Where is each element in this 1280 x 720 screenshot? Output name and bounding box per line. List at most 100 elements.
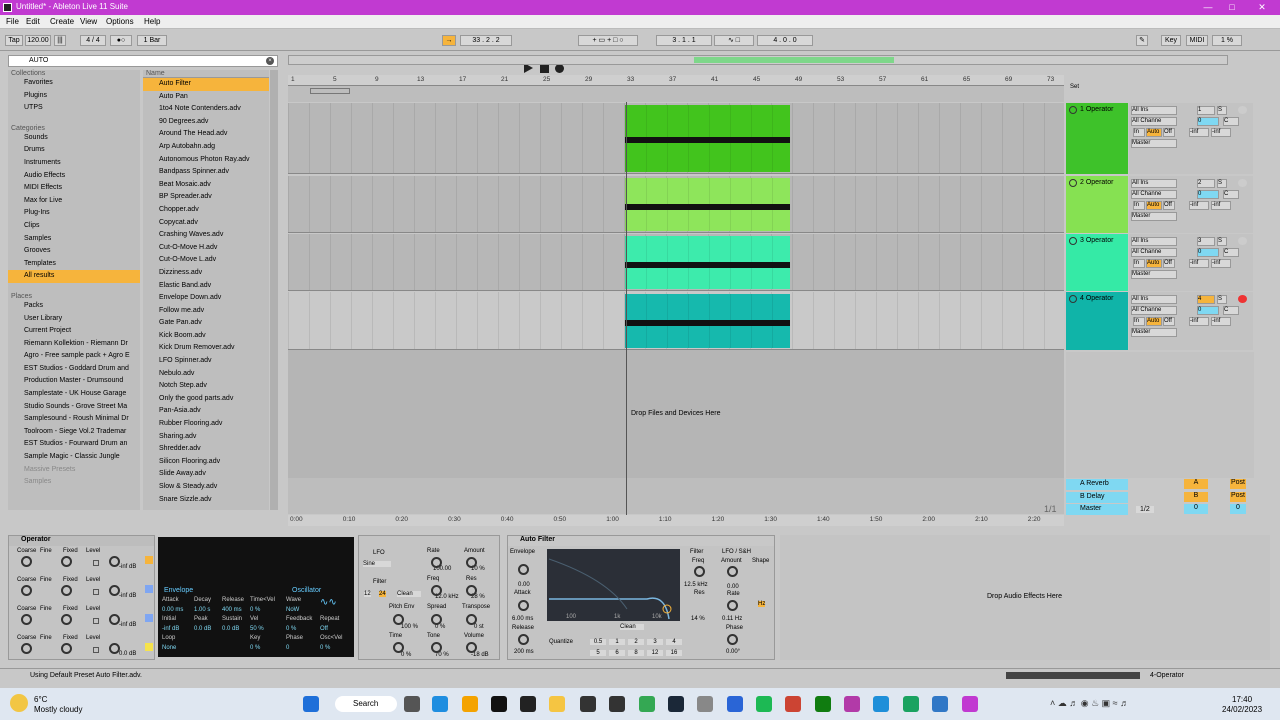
browser-file-item[interactable]: LFO Spinner.adv <box>143 355 269 368</box>
place-item[interactable]: Studio Sounds - Grove Street Ma <box>8 401 140 414</box>
coarse-knob[interactable] <box>21 614 32 625</box>
fixed-checkbox[interactable] <box>93 589 99 595</box>
arrangement-loop-bar[interactable] <box>288 86 1064 102</box>
loop-switch-icon[interactable]: ∿ □ <box>714 35 754 46</box>
auto-filter-knob[interactable] <box>727 634 738 645</box>
input-type-select[interactable]: All Ins <box>1131 106 1177 115</box>
envelope-param-value[interactable]: -inf dB <box>162 626 179 632</box>
lfo-knob[interactable] <box>466 642 477 653</box>
time-ruler[interactable]: 0:00 0:10 0:20 0:30 0:40 0:50 1:00 1:10 1:20 1:30… <box>288 515 1064 526</box>
minimize-icon[interactable]: — <box>1196 0 1220 15</box>
browser-file-item[interactable]: Copycat.adv <box>143 217 269 230</box>
record-icon[interactable] <box>555 64 564 73</box>
store-icon[interactable] <box>462 696 478 712</box>
overdub-controls[interactable]: + ▭ + □ ○ <box>578 35 638 46</box>
lfo-knob[interactable] <box>431 585 442 596</box>
taskbar-app4-icon[interactable] <box>727 696 743 712</box>
envelope-param-value[interactable]: 50 % <box>250 626 264 632</box>
send-a-field[interactable]: -inf <box>1189 259 1209 268</box>
track-number-button[interactable]: 1 <box>1197 106 1215 115</box>
operator-title[interactable]: Operator <box>9 536 154 546</box>
browser-file-item[interactable]: Only the good parts.adv <box>143 393 269 406</box>
oscillator-tab[interactable]: Oscillator <box>292 587 321 594</box>
place-item[interactable]: Agro - Free sample pack + Agro E <box>8 350 140 363</box>
track-number-button[interactable]: 3 <box>1197 237 1215 246</box>
track-number-button[interactable]: 2 <box>1197 179 1215 188</box>
browser-file-item[interactable]: Kick Boom.adv <box>143 330 269 343</box>
solo-button[interactable]: S <box>1217 179 1227 188</box>
input-type-select[interactable]: All Ins <box>1131 295 1177 304</box>
auto-filter-knob[interactable] <box>727 566 738 577</box>
quantize-select[interactable]: 1 Bar <box>137 35 167 46</box>
maximize-icon[interactable]: □ <box>1220 0 1244 15</box>
category-item[interactable]: Drums <box>8 144 140 157</box>
arrangement-track[interactable] <box>288 292 1064 350</box>
freq-value[interactable]: 12.5 kHz <box>684 582 708 588</box>
envelope-param-value[interactable]: 0 % <box>250 645 260 651</box>
output-select[interactable]: Master <box>1131 212 1177 221</box>
coarse-knob[interactable] <box>21 556 32 567</box>
filter-12-button[interactable]: 12 <box>364 591 371 597</box>
browser-file-item[interactable]: Slow & Steady.adv <box>143 481 269 494</box>
volume-field[interactable]: 0 <box>1197 117 1219 126</box>
category-item[interactable]: Clips <box>8 220 140 233</box>
envelope-tab[interactable]: Envelope <box>164 587 193 594</box>
browser-file-item[interactable]: Pan-Asia.adv <box>143 405 269 418</box>
browser-file-item[interactable]: 1to4 Note Contenders.adv <box>143 103 269 116</box>
lfo-label[interactable]: LFO <box>373 550 385 556</box>
taskbar-search[interactable]: Search <box>335 696 397 712</box>
return-letter[interactable]: B <box>1184 491 1208 502</box>
filter-circuit-select[interactable]: Clean <box>620 624 644 630</box>
return-letter[interactable]: 0 <box>1184 504 1208 514</box>
lfo-knob[interactable] <box>466 557 477 568</box>
quantize-step-button[interactable]: 5 <box>590 650 606 656</box>
solo-button[interactable]: S <box>1217 295 1227 304</box>
envelope-param-value[interactable]: NoW <box>286 607 299 613</box>
envelope-param-value[interactable]: 0 % <box>320 645 330 651</box>
res-value[interactable]: 14 % <box>691 616 705 622</box>
browser-file-item[interactable]: Bandpass Spinner.adv <box>143 166 269 179</box>
place-item[interactable]: Samplestate - UK House Garage <box>8 388 140 401</box>
arm-icon[interactable] <box>1238 295 1247 303</box>
song-position-field[interactable]: 33 . 2 . 2 <box>460 35 512 46</box>
return-track-name[interactable]: A Reverb <box>1080 480 1109 487</box>
menu-help[interactable]: Help <box>144 17 160 26</box>
category-item[interactable]: Max for Live <box>8 195 140 208</box>
envelope-param-value[interactable]: Off <box>320 626 328 632</box>
category-item[interactable]: Instruments <box>8 157 140 170</box>
fixed-checkbox[interactable] <box>93 618 99 624</box>
start-icon[interactable] <box>303 696 319 712</box>
place-item[interactable]: Samplesound - Roush Minimal Dr <box>8 413 140 426</box>
midi-clip[interactable] <box>625 236 790 289</box>
track-fold-icon[interactable] <box>1069 295 1077 303</box>
taskbar-app9-icon[interactable] <box>932 696 948 712</box>
pan-field[interactable]: C <box>1223 248 1239 257</box>
oscillator-select-icon[interactable] <box>145 643 153 651</box>
input-channel-select[interactable]: All Channe <box>1131 248 1177 257</box>
close-icon[interactable]: ✕ <box>1250 0 1274 15</box>
return-post-button[interactable]: 0 <box>1230 504 1246 514</box>
monitor-auto-button[interactable]: Auto <box>1146 259 1162 268</box>
fine-knob[interactable] <box>61 614 72 625</box>
coarse-knob[interactable] <box>21 585 32 596</box>
place-item[interactable]: Massive Presets <box>8 464 140 477</box>
track-fold-icon[interactable] <box>1069 106 1077 114</box>
browser-file-item[interactable]: Rubber Flooring.adv <box>143 418 269 431</box>
output-select[interactable]: Master <box>1131 139 1177 148</box>
tap-button[interactable]: Tap <box>5 35 23 46</box>
midi-map-button[interactable]: MIDI <box>1186 35 1208 46</box>
hz-button[interactable]: Hz <box>758 601 766 607</box>
output-select[interactable]: Master <box>1131 270 1177 279</box>
category-item[interactable]: Audio Effects <box>8 170 140 183</box>
browser-file-item[interactable]: Beat Mosaic.adv <box>143 179 269 192</box>
auto-filter-knob[interactable] <box>694 566 705 577</box>
amount-value[interactable]: 0.00 <box>727 584 739 590</box>
return-track-header[interactable]: Master <box>1066 504 1128 515</box>
taskbar-app-icon[interactable] <box>520 696 536 712</box>
auto-filter-knob[interactable] <box>727 600 738 611</box>
stop-icon[interactable] <box>540 64 549 73</box>
filter-curve-display[interactable] <box>547 549 680 621</box>
system-tray-icons[interactable]: ˄ ☁ ♬ ◉ ♨ ▣ ≈ ♬ <box>1050 698 1200 710</box>
phase-value[interactable]: 0.00° <box>726 649 740 655</box>
category-item[interactable]: Samples <box>8 233 140 246</box>
